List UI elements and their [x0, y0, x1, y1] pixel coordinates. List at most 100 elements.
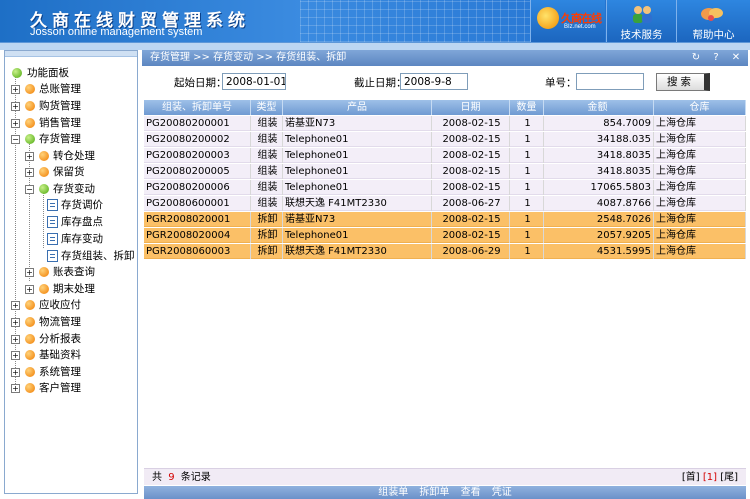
expand-icon[interactable]: +: [25, 168, 34, 177]
column-header[interactable]: 产品: [283, 100, 432, 115]
cell-date: 2008-06-29: [432, 244, 510, 259]
table-row[interactable]: PG20080200005 组装 Telephone01 2008-02-15 …: [144, 164, 746, 179]
table-row[interactable]: PGR2008020001 拆卸 诺基亚N73 2008-02-15 1 254…: [144, 212, 746, 227]
pager-last[interactable]: [尾]: [720, 472, 738, 483]
main-panel: 存货管理 >> 存货变动 >> 存货组装、拆卸 ↻ ? ✕ 起始日期： 截止日期…: [142, 50, 748, 499]
cell-product: 诺基亚N73: [283, 212, 432, 227]
function-panel: 功能面板 + 总账管理 + 购货管理 + 销售管理 − 存货管理 + 转仓处理 …: [4, 50, 138, 494]
orange-ball-icon: [25, 84, 35, 94]
orange-ball-icon: [25, 300, 35, 310]
table-header: 组装、拆卸单号 类型 产品 日期 数量 金额 仓库: [144, 100, 746, 115]
view-button[interactable]: 查看: [461, 487, 481, 498]
column-header[interactable]: 仓库: [654, 100, 746, 115]
cell-warehouse: 上海仓库: [654, 228, 746, 243]
sidebar-item-label: 账表查询: [53, 266, 95, 278]
collapse-icon[interactable]: −: [11, 135, 20, 144]
column-header[interactable]: 金额: [544, 100, 654, 115]
expand-icon[interactable]: +: [11, 85, 20, 94]
cell-type: 拆卸: [251, 228, 283, 243]
cell-date: 2008-02-15: [432, 132, 510, 147]
cell-order-no: PG20080200001: [144, 116, 251, 131]
expand-icon[interactable]: +: [25, 152, 34, 161]
green-ball-icon: [25, 134, 35, 144]
cell-type: 拆卸: [251, 212, 283, 227]
cell-order-no: PG20080200002: [144, 132, 251, 147]
app-header: 久商在线财贸管理系统 Josson online management syst…: [0, 0, 750, 42]
tree-line: [29, 141, 30, 281]
app-window: 久商在线财贸管理系统 Josson online management syst…: [0, 0, 750, 499]
cell-order-no: PGR2008060003: [144, 244, 251, 259]
cell-qty: 1: [510, 164, 544, 179]
cell-product: Telephone01: [283, 164, 432, 179]
disassembly-order-button[interactable]: 拆卸单: [419, 487, 449, 498]
cell-date: 2008-02-15: [432, 180, 510, 195]
refresh-icon[interactable]: ↻: [690, 52, 702, 64]
count-suffix: 条记录: [180, 472, 211, 483]
record-count: 9: [168, 472, 175, 483]
header-strip: [0, 42, 750, 50]
collapse-icon[interactable]: −: [25, 185, 34, 194]
expand-icon[interactable]: +: [11, 119, 20, 128]
help-icon: [701, 8, 723, 21]
cell-date: 2008-02-15: [432, 116, 510, 131]
help-icon[interactable]: ?: [710, 52, 722, 64]
pager-first[interactable]: [首]: [682, 472, 700, 483]
pager: [首] [1] [尾]: [682, 469, 738, 486]
orange-ball-icon: [25, 317, 35, 327]
sidebar-item-label: 期末处理: [53, 283, 95, 295]
pager-page[interactable]: [1]: [703, 472, 717, 483]
cell-warehouse: 上海仓库: [654, 180, 746, 195]
table-row[interactable]: PGR2008060003 拆卸 联想天逸 F41MT2330 2008-06-…: [144, 244, 746, 259]
orange-ball-icon: [25, 350, 35, 360]
tech-service-button[interactable]: 技术服务: [606, 0, 676, 42]
expand-icon[interactable]: +: [25, 285, 34, 294]
close-icon[interactable]: ✕: [730, 52, 742, 64]
cell-warehouse: 上海仓库: [654, 164, 746, 179]
table-row[interactable]: PG20080200001 组装 诺基亚N73 2008-02-15 1 854…: [144, 116, 746, 131]
cell-product: 联想天逸 F41MT2330: [283, 196, 432, 211]
expand-icon[interactable]: +: [11, 102, 20, 111]
help-center-button[interactable]: 帮助中心: [676, 0, 750, 42]
cell-type: 组装: [251, 164, 283, 179]
expand-icon[interactable]: +: [11, 351, 20, 360]
column-header[interactable]: 日期: [432, 100, 510, 115]
breadcrumb: 存货管理 >> 存货变动 >> 存货组装、拆卸: [150, 52, 347, 63]
table-row[interactable]: PG20080200006 组装 Telephone01 2008-02-15 …: [144, 180, 746, 195]
column-header[interactable]: 数量: [510, 100, 544, 115]
cell-product: Telephone01: [283, 148, 432, 163]
table-row[interactable]: PGR2008020004 拆卸 Telephone01 2008-02-15 …: [144, 228, 746, 243]
expand-icon[interactable]: +: [11, 368, 20, 377]
cell-type: 组装: [251, 180, 283, 195]
expand-icon[interactable]: +: [11, 301, 20, 310]
sidebar-item-label: 存货组装、拆卸: [61, 250, 135, 262]
orange-ball-icon: [39, 151, 49, 161]
expand-icon[interactable]: +: [11, 335, 20, 344]
cell-amount: 854.7009: [544, 116, 654, 131]
sidebar-item-label: 存货变动: [53, 183, 95, 195]
cell-product: Telephone01: [283, 132, 432, 147]
expand-icon[interactable]: +: [11, 318, 20, 327]
brand-logo[interactable]: 久商在线 BIz.net.com: [530, 0, 605, 42]
table-row[interactable]: PG20080200002 组装 Telephone01 2008-02-15 …: [144, 132, 746, 147]
table-row[interactable]: PG20080200003 组装 Telephone01 2008-02-15 …: [144, 148, 746, 163]
tree-root-label: 功能面板: [27, 67, 69, 79]
expand-icon[interactable]: +: [25, 268, 34, 277]
column-header[interactable]: 类型: [251, 100, 283, 115]
search-button[interactable]: 搜索: [656, 73, 710, 91]
orange-ball-icon: [25, 334, 35, 344]
orange-ball-icon: [25, 101, 35, 111]
orange-ball-icon: [25, 118, 35, 128]
order-no-input[interactable]: [576, 73, 644, 90]
table-row[interactable]: PG20080600001 组装 联想天逸 F41MT2330 2008-06-…: [144, 196, 746, 211]
voucher-button[interactable]: 凭证: [492, 487, 512, 498]
cell-order-no: PG20080200005: [144, 164, 251, 179]
cell-type: 组装: [251, 196, 283, 211]
column-header[interactable]: 组装、拆卸单号: [144, 100, 251, 115]
document-icon: [47, 233, 58, 245]
assembly-order-button[interactable]: 组装单: [378, 487, 408, 498]
cell-warehouse: 上海仓库: [654, 116, 746, 131]
end-date-input[interactable]: [400, 73, 468, 90]
expand-icon[interactable]: +: [11, 384, 20, 393]
action-bar: 组装单 拆卸单 查看 凭证: [144, 486, 746, 499]
start-date-input[interactable]: [222, 73, 286, 90]
